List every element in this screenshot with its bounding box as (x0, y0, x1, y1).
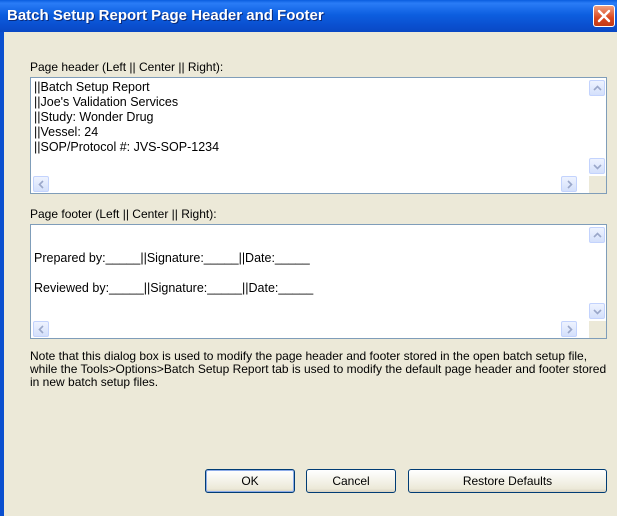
header-scroll-up-button[interactable] (589, 80, 605, 96)
window-frame-left (0, 32, 4, 516)
ok-button[interactable]: OK (205, 469, 295, 493)
page-footer-text[interactable]: Prepared by:_____||Signature:_____||Date… (34, 243, 313, 303)
arrow-right-icon (567, 180, 573, 189)
footer-scroll-up-button[interactable] (589, 227, 605, 243)
header-scroll-down-button[interactable] (589, 158, 605, 174)
close-button[interactable] (593, 5, 615, 27)
arrow-left-icon (38, 180, 44, 189)
title-bar[interactable]: Batch Setup Report Page Header and Foote… (0, 0, 617, 32)
arrow-up-icon (593, 232, 602, 238)
footer-scroll-down-button[interactable] (589, 303, 605, 319)
page-footer-label: Page footer (Left || Center || Right): (30, 207, 217, 221)
page-footer-textbox[interactable]: Prepared by:_____||Signature:_____||Date… (30, 224, 607, 339)
close-icon (597, 9, 611, 23)
help-note: Note that this dialog box is used to mod… (30, 349, 607, 389)
header-scroll-corner (589, 176, 606, 193)
header-scroll-right-button[interactable] (561, 176, 577, 192)
page-header-label: Page header (Left || Center || Right): (30, 60, 224, 74)
arrow-right-icon (567, 325, 573, 334)
page-header-text[interactable]: ||Batch Setup Report ||Joe's Validation S… (34, 80, 219, 155)
header-scroll-left-button[interactable] (33, 176, 49, 192)
footer-scroll-right-button[interactable] (561, 321, 577, 337)
header-line: ||Study: Wonder Drug (34, 110, 154, 124)
footer-scroll-left-button[interactable] (33, 321, 49, 337)
header-line: ||SOP/Protocol #: JVS-SOP-1234 (34, 140, 220, 154)
page-header-textbox[interactable]: ||Batch Setup Report ||Joe's Validation S… (30, 77, 607, 194)
header-vertical-scrollbar[interactable] (589, 78, 606, 176)
footer-horizontal-scrollbar[interactable] (31, 321, 589, 338)
cancel-button[interactable]: Cancel (306, 469, 396, 493)
footer-vertical-scrollbar[interactable] (589, 225, 606, 321)
header-line: ||Joe's Validation Services (34, 95, 179, 109)
header-line: ||Vessel: 24 (34, 125, 99, 139)
header-horizontal-scrollbar[interactable] (31, 176, 589, 193)
window-title: Batch Setup Report Page Header and Foote… (7, 7, 324, 24)
arrow-up-icon (593, 85, 602, 91)
restore-defaults-button[interactable]: Restore Defaults (408, 469, 607, 493)
footer-line: Reviewed by:_____||Signature:_____||Date… (34, 281, 314, 295)
arrow-down-icon (593, 309, 602, 315)
footer-line: Prepared by:_____||Signature:_____||Date… (34, 251, 310, 265)
header-line: ||Batch Setup Report (34, 80, 150, 94)
dialog-window: Batch Setup Report Page Header and Foote… (0, 0, 617, 516)
arrow-down-icon (593, 164, 602, 170)
footer-scroll-corner (589, 321, 606, 338)
arrow-left-icon (38, 325, 44, 334)
